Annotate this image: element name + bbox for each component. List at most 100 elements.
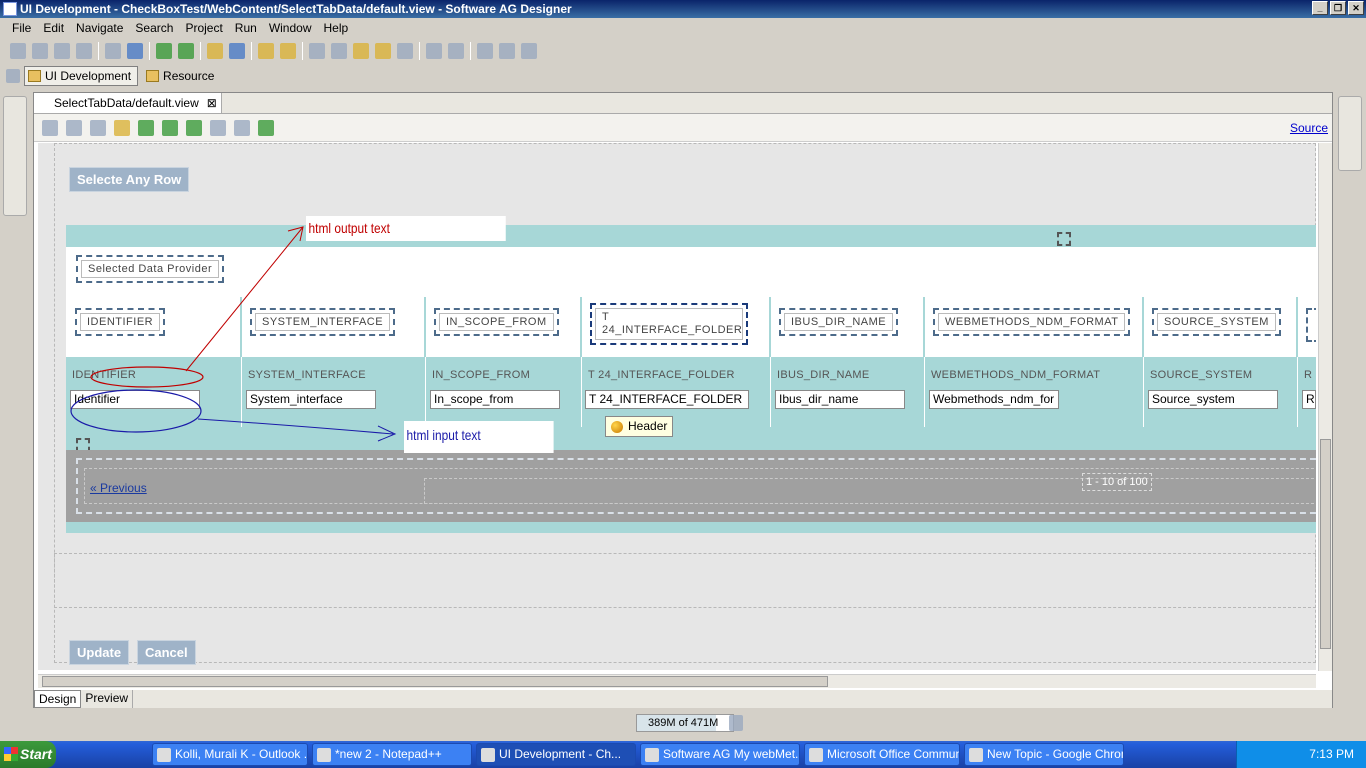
toolbar-separator: [200, 42, 201, 60]
task-ui-development[interactable]: UI Development - Ch...: [476, 743, 636, 766]
publish-icon[interactable]: [127, 43, 143, 59]
server-icon[interactable]: [105, 43, 121, 59]
folder-icon: [146, 70, 160, 82]
open-perspective-icon[interactable]: [6, 69, 20, 83]
close-button[interactable]: ✕: [1348, 1, 1364, 15]
preview-icon[interactable]: [258, 119, 274, 136]
source-link[interactable]: Source: [1290, 121, 1328, 135]
vertical-scrollbar[interactable]: [1318, 143, 1332, 671]
refresh-icon[interactable]: [114, 119, 130, 136]
input-arrow-line: [197, 418, 394, 435]
copy-icon[interactable]: [499, 43, 515, 59]
editor-mode-tabs: Design Preview: [34, 690, 1332, 708]
menu-navigate[interactable]: Navigate: [70, 21, 129, 35]
editor-pane: SelectTabData/default.view ⊠ Source Sele…: [33, 92, 1333, 708]
layout-rows-icon[interactable]: [210, 119, 226, 136]
open-type-icon[interactable]: [258, 43, 274, 59]
back-icon[interactable]: [66, 119, 82, 136]
task-label: *new 2 - Notepad++: [335, 747, 442, 761]
horizontal-scrollbar[interactable]: [38, 674, 1316, 688]
annotation-arrows: [70, 226, 397, 442]
status-bar: 389M of 471M: [0, 712, 1366, 734]
menu-file[interactable]: File: [6, 21, 37, 35]
run-icon[interactable]: [178, 43, 194, 59]
web-browser-icon[interactable]: [229, 43, 245, 59]
external-tools-icon[interactable]: [207, 43, 223, 59]
home-icon[interactable]: [42, 119, 58, 136]
scroll-thumb[interactable]: [1320, 439, 1331, 649]
forward-icon[interactable]: [90, 119, 106, 136]
next-annotation-icon[interactable]: [309, 43, 325, 59]
new-icon[interactable]: [10, 43, 26, 59]
close-tab-icon[interactable]: ⊠: [207, 93, 217, 113]
start-label: Start: [20, 746, 52, 762]
app-icon: [3, 2, 17, 16]
window-titlebar: UI Development - CheckBoxTest/WebContent…: [0, 0, 1366, 18]
task-outlook[interactable]: Kolli, Murali K - Outlook ...: [152, 743, 308, 766]
tab-design[interactable]: Design: [34, 690, 82, 708]
windows-taskbar: Start Kolli, Murali K - Outlook ... *new…: [0, 741, 1366, 768]
task-office-communicator[interactable]: Microsoft Office Commun...: [804, 743, 960, 766]
back-icon[interactable]: [375, 43, 391, 59]
forward-icon[interactable]: [397, 43, 413, 59]
previous-annotation-icon[interactable]: [331, 43, 347, 59]
menu-window[interactable]: Window: [263, 21, 318, 35]
editor-toolbar: [34, 114, 1332, 142]
task-label: Kolli, Murali K - Outlook ...: [175, 747, 308, 761]
menu-run[interactable]: Run: [229, 21, 263, 35]
toolbar-separator: [419, 42, 420, 60]
run-icon[interactable]: [162, 119, 178, 136]
design-canvas: Selecte Any Row Selected Data Provider I…: [38, 143, 1316, 670]
validate-check-icon[interactable]: [138, 119, 154, 136]
chrome-icon: [969, 748, 983, 762]
perspective-ui-development[interactable]: UI Development: [24, 66, 139, 86]
layout-columns-icon[interactable]: [234, 119, 250, 136]
menu-help[interactable]: Help: [318, 21, 355, 35]
redo-icon[interactable]: [448, 43, 464, 59]
task-label: UI Development - Ch...: [499, 747, 622, 761]
editor-tab[interactable]: SelectTabData/default.view ⊠: [34, 93, 222, 113]
input-circle: [70, 389, 202, 433]
task-webmethods[interactable]: Software AG My webMet...: [640, 743, 800, 766]
cut-icon[interactable]: [477, 43, 493, 59]
paste-icon[interactable]: [521, 43, 537, 59]
print-icon[interactable]: [76, 43, 92, 59]
save-icon[interactable]: [32, 43, 48, 59]
task-chrome[interactable]: New Topic - Google Chrome: [964, 743, 1124, 766]
task-notepadpp[interactable]: *new 2 - Notepad++: [312, 743, 472, 766]
perspective-bar: UI Development Resource: [0, 65, 1366, 87]
perspective-label: Resource: [163, 69, 215, 83]
clock: 7:13 PM: [1309, 747, 1354, 761]
debug-icon[interactable]: [156, 43, 172, 59]
minimize-button[interactable]: _: [1312, 1, 1328, 15]
debug-icon[interactable]: [186, 119, 202, 136]
toolbar-separator: [470, 42, 471, 60]
menu-search[interactable]: Search: [129, 21, 179, 35]
scroll-thumb[interactable]: [42, 676, 828, 687]
left-view-dock[interactable]: [3, 96, 27, 216]
menu-bar: File Edit Navigate Search Project Run Wi…: [0, 18, 1366, 38]
memory-text: 389M of 471M: [648, 717, 719, 729]
tab-preview[interactable]: Preview: [81, 690, 134, 708]
perspective-resource[interactable]: Resource: [142, 66, 221, 86]
toolbar-separator: [251, 42, 252, 60]
task-label: New Topic - Google Chrome: [987, 747, 1124, 761]
garbage-collect-icon[interactable]: [729, 715, 743, 731]
right-view-dock[interactable]: [1338, 96, 1362, 171]
system-tray: 7:13 PM: [1236, 741, 1366, 768]
save-all-icon[interactable]: [54, 43, 70, 59]
notepad-icon: [317, 748, 331, 762]
windows-logo-icon: [4, 747, 18, 761]
restore-button[interactable]: ❐: [1330, 1, 1346, 15]
memory-monitor: 389M of 471M: [636, 714, 734, 732]
window-title: UI Development - CheckBoxTest/WebContent…: [20, 2, 572, 16]
communicator-icon: [809, 748, 823, 762]
menu-project[interactable]: Project: [179, 21, 228, 35]
undo-icon[interactable]: [426, 43, 442, 59]
menu-edit[interactable]: Edit: [37, 21, 70, 35]
outlook-icon: [157, 748, 171, 762]
console-icon: [645, 748, 659, 762]
last-edit-icon[interactable]: [353, 43, 369, 59]
start-button[interactable]: Start: [0, 741, 56, 768]
search-icon[interactable]: [280, 43, 296, 59]
